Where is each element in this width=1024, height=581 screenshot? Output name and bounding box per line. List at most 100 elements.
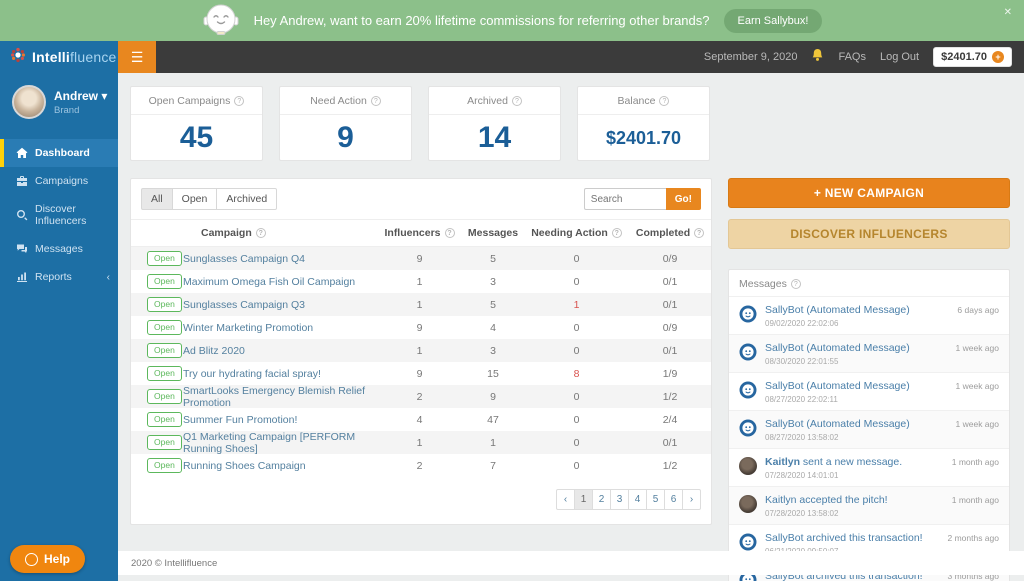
campaign-link[interactable]: Try our hydrating facial spray! bbox=[183, 368, 321, 380]
table-row[interactable]: Open Q1 Marketing Campaign [PERFORM Runn… bbox=[131, 431, 711, 454]
new-campaign-button[interactable]: + NEW CAMPAIGN bbox=[728, 178, 1010, 208]
filter-tab-archived[interactable]: Archived bbox=[216, 188, 277, 210]
messages-count: 4 bbox=[462, 322, 524, 334]
table-row[interactable]: Open SmartLooks Emergency Blemish Relief… bbox=[131, 385, 711, 408]
logo[interactable]: Intellifluence bbox=[0, 41, 118, 73]
user-profile[interactable]: Andrew ▾ Brand bbox=[0, 73, 118, 133]
sidebar-toggle-button[interactable]: ☰ bbox=[118, 41, 156, 73]
campaign-link[interactable]: Sunglasses Campaign Q3 bbox=[183, 299, 305, 311]
campaign-link[interactable]: Ad Blitz 2020 bbox=[183, 345, 245, 357]
logout-link[interactable]: Log Out bbox=[880, 51, 919, 63]
stat-label: Open Campaigns bbox=[149, 95, 231, 107]
message-timestamp: 08/27/2020 13:58:02 bbox=[765, 433, 999, 442]
campaigns-table: Campaign Influencers Messages Needing Ac… bbox=[131, 219, 711, 477]
page-button[interactable]: › bbox=[682, 489, 701, 510]
info-icon[interactable] bbox=[694, 228, 704, 238]
logo-text: Intellifluence bbox=[32, 49, 117, 65]
banner-close-icon[interactable]: ✕ bbox=[1004, 7, 1012, 18]
table-row[interactable]: Open Try our hydrating facial spray! 9 1… bbox=[131, 362, 711, 385]
table-row[interactable]: Open Sunglasses Campaign Q4 9 5 0 0/9 bbox=[131, 247, 711, 270]
col-campaign: Campaign bbox=[201, 227, 252, 239]
balance-button[interactable]: $2401.70 + bbox=[933, 47, 1012, 67]
sidebar-item-messages[interactable]: Messages bbox=[0, 235, 118, 263]
page-button[interactable]: 5 bbox=[646, 489, 665, 510]
page-button[interactable]: 6 bbox=[664, 489, 683, 510]
sidebar-item-campaigns[interactable]: Campaigns bbox=[0, 167, 118, 195]
message-age: 1 week ago bbox=[956, 343, 999, 353]
filter-tab-all[interactable]: All bbox=[141, 188, 173, 210]
stat-label: Need Action bbox=[310, 95, 367, 107]
sallybot-avatar bbox=[739, 343, 757, 361]
info-icon[interactable] bbox=[371, 96, 381, 106]
table-row[interactable]: Open Summer Fun Promotion! 4 47 0 2/4 bbox=[131, 408, 711, 431]
page-button[interactable]: 3 bbox=[610, 489, 629, 510]
campaign-link[interactable]: Summer Fun Promotion! bbox=[183, 414, 297, 426]
help-button[interactable]: Help bbox=[10, 545, 85, 573]
influencer-avatar bbox=[739, 457, 757, 475]
notifications-bell-icon[interactable] bbox=[811, 48, 824, 67]
campaign-link[interactable]: Maximum Omega Fish Oil Campaign bbox=[183, 276, 355, 288]
completed-count: 2/4 bbox=[629, 414, 711, 426]
status-badge: Open bbox=[147, 366, 182, 381]
page-button[interactable]: ‹ bbox=[556, 489, 575, 510]
messages-count: 47 bbox=[462, 414, 524, 426]
table-row[interactable]: Open Maximum Omega Fish Oil Campaign 1 3… bbox=[131, 270, 711, 293]
stat-value: 14 bbox=[429, 115, 560, 161]
help-label: Help bbox=[44, 552, 70, 566]
messages-count: 3 bbox=[462, 345, 524, 357]
completed-count: 0/9 bbox=[629, 253, 711, 265]
page-button[interactable]: 4 bbox=[628, 489, 647, 510]
main-content: Open Campaigns 45 Need Action 9 Archived… bbox=[118, 73, 1024, 581]
col-messages: Messages bbox=[462, 227, 524, 239]
completed-count: 0/1 bbox=[629, 299, 711, 311]
discover-influencers-button[interactable]: DISCOVER INFLUENCERS bbox=[728, 219, 1010, 249]
message-item[interactable]: SallyBot (Automated Message) 08/30/2020 … bbox=[729, 334, 1009, 372]
campaign-link[interactable]: SmartLooks Emergency Blemish Relief Prom… bbox=[183, 385, 377, 409]
campaign-link[interactable]: Q1 Marketing Campaign [PERFORM Running S… bbox=[183, 431, 377, 455]
table-row[interactable]: Open Ad Blitz 2020 1 3 0 0/1 bbox=[131, 339, 711, 362]
campaign-link[interactable]: Running Shoes Campaign bbox=[183, 460, 306, 472]
faqs-link[interactable]: FAQs bbox=[838, 51, 866, 63]
message-item[interactable]: SallyBot (Automated Message) 08/27/2020 … bbox=[729, 410, 1009, 448]
info-icon[interactable] bbox=[256, 228, 266, 238]
status-badge: Open bbox=[147, 251, 182, 266]
page-button[interactable]: 2 bbox=[592, 489, 611, 510]
sidebar-item-reports[interactable]: Reports ‹ bbox=[0, 263, 118, 291]
campaign-link[interactable]: Sunglasses Campaign Q4 bbox=[183, 253, 305, 265]
info-icon[interactable] bbox=[234, 96, 244, 106]
table-row[interactable]: Open Sunglasses Campaign Q3 1 5 1 0/1 bbox=[131, 293, 711, 316]
message-item[interactable]: Kaitlyn accepted the pitch! 07/28/2020 1… bbox=[729, 486, 1009, 524]
filter-tab-open[interactable]: Open bbox=[172, 188, 218, 210]
earn-sallybux-button[interactable]: Earn Sallybux! bbox=[724, 9, 823, 33]
influencers-count: 9 bbox=[377, 253, 462, 265]
info-icon[interactable] bbox=[512, 96, 522, 106]
filter-bar: AllOpenArchived Go! bbox=[131, 179, 711, 219]
col-needing-action: Needing Action bbox=[531, 227, 608, 239]
influencer-avatar bbox=[739, 495, 757, 513]
search-input[interactable] bbox=[584, 188, 666, 210]
message-age: 2 months ago bbox=[947, 533, 999, 543]
info-icon[interactable] bbox=[445, 228, 455, 238]
completed-count: 0/1 bbox=[629, 276, 711, 288]
messages-count: 9 bbox=[462, 391, 524, 403]
campaign-link[interactable]: Winter Marketing Promotion bbox=[183, 322, 313, 334]
table-row[interactable]: Open Winter Marketing Promotion 9 4 0 0/… bbox=[131, 316, 711, 339]
sidebar-item-dashboard[interactable]: Dashboard bbox=[0, 139, 118, 167]
message-item[interactable]: SallyBot (Automated Message) 09/02/2020 … bbox=[729, 296, 1009, 334]
page-button[interactable]: 1 bbox=[574, 489, 593, 510]
hamburger-icon: ☰ bbox=[131, 49, 144, 66]
status-badge: Open bbox=[147, 412, 182, 427]
promo-banner-text: Hey Andrew, want to earn 20% lifetime co… bbox=[254, 13, 710, 28]
message-item[interactable]: SallyBot (Automated Message) 08/27/2020 … bbox=[729, 372, 1009, 410]
sidebar-item-discover-influencers[interactable]: Discover Influencers bbox=[0, 195, 118, 235]
info-icon[interactable] bbox=[791, 279, 801, 289]
influencers-count: 9 bbox=[377, 368, 462, 380]
message-item[interactable]: Kaitlyn sent a new message. 07/28/2020 1… bbox=[729, 448, 1009, 486]
copyright-text: 2020 © Intellifluence bbox=[131, 558, 217, 569]
info-icon[interactable] bbox=[612, 228, 622, 238]
table-row[interactable]: Open Running Shoes Campaign 2 7 0 1/2 bbox=[131, 454, 711, 477]
info-icon[interactable] bbox=[659, 96, 669, 106]
influencers-count: 2 bbox=[377, 460, 462, 472]
completed-count: 1/2 bbox=[629, 391, 711, 403]
search-go-button[interactable]: Go! bbox=[666, 188, 701, 210]
